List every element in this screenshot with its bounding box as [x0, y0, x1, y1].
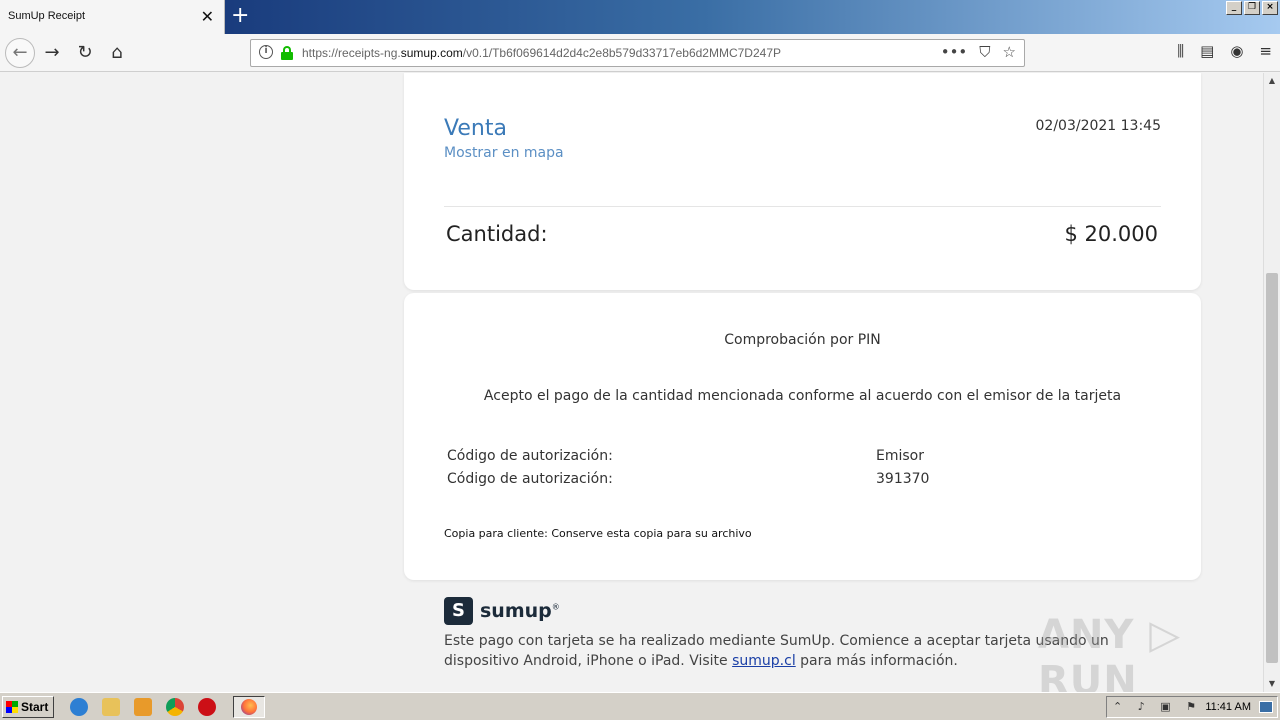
- bookmark-star-icon[interactable]: ☆: [1003, 43, 1016, 61]
- auth-value: Emisor: [876, 448, 924, 464]
- window-controls: _ ❐ ×: [1226, 1, 1278, 15]
- scrollbar-thumb[interactable]: [1266, 273, 1278, 663]
- restore-icon[interactable]: ❐: [1244, 1, 1260, 15]
- firefox-icon: [241, 699, 257, 715]
- reload-icon[interactable]: ↻: [73, 42, 97, 64]
- sumup-wordmark: sumup: [480, 600, 552, 622]
- tab-sumup-receipt[interactable]: SumUp Receipt ✕: [0, 0, 225, 34]
- navigation-bar: ← → ↻ ⌂ i https://receipts-ng.sumup.com/…: [0, 34, 1280, 72]
- footer-text: Este pago con tarjeta se ha realizado me…: [444, 633, 1109, 669]
- opera-icon[interactable]: [198, 698, 216, 716]
- close-window-icon[interactable]: ×: [1262, 1, 1278, 15]
- amount-label: Cantidad:: [446, 222, 548, 246]
- page-actions-icon[interactable]: •••: [941, 43, 968, 61]
- minimize-icon[interactable]: _: [1226, 1, 1242, 15]
- amount-value: $ 20.000: [1064, 222, 1158, 246]
- receipt-summary-card: Venta Mostrar en mapa 02/03/2021 13:45 C…: [404, 73, 1201, 290]
- acceptance-text: Acepto el pago de la cantidad mencionada…: [483, 388, 1122, 404]
- folder-icon[interactable]: [102, 698, 120, 716]
- receipt-details-card: Comprobación por PIN Acepto el pago de l…: [404, 293, 1201, 580]
- sumup-logo-icon: S: [444, 597, 473, 625]
- ie-icon[interactable]: [70, 698, 88, 716]
- url-text[interactable]: https://receipts-ng.sumup.com/v0.1/Tb6f0…: [302, 46, 781, 60]
- back-arrow-icon[interactable]: ←: [5, 38, 35, 68]
- quick-launch: [70, 698, 216, 716]
- menu-icon[interactable]: ≡: [1259, 42, 1272, 60]
- toolbar-right: ⫼ ▤ ◉ ≡: [1177, 42, 1272, 60]
- media-player-icon[interactable]: [134, 698, 152, 716]
- scroll-up-icon[interactable]: ▲: [1264, 73, 1280, 89]
- system-tray: ⌃ ♪ ▣ ⚑ 11:41 AM: [1106, 696, 1278, 718]
- taskbar-firefox-button[interactable]: [233, 696, 265, 718]
- sidebar-icon[interactable]: ▤: [1200, 42, 1214, 60]
- tab-title: SumUp Receipt: [8, 10, 86, 22]
- tray-icons[interactable]: ⌃ ♪ ▣ ⚑: [1113, 700, 1202, 713]
- url-bar[interactable]: i https://receipts-ng.sumup.com/v0.1/Tb6…: [250, 39, 1025, 67]
- auth-value: 391370: [876, 471, 930, 487]
- taskbar: Start ⌃ ♪ ▣ ⚑ 11:41 AM: [0, 692, 1280, 720]
- vertical-scrollbar[interactable]: ▲ ▼: [1263, 73, 1280, 692]
- chrome-icon[interactable]: [166, 698, 184, 716]
- transaction-datetime: 02/03/2021 13:45: [1035, 118, 1162, 134]
- account-icon[interactable]: ◉: [1230, 42, 1243, 60]
- start-button[interactable]: Start: [2, 696, 54, 718]
- customer-copy-note: Copia para cliente: Conserve esta copia …: [444, 527, 752, 540]
- show-map-link[interactable]: Mostrar en mapa: [444, 145, 564, 161]
- home-icon[interactable]: ⌂: [105, 42, 129, 64]
- clock[interactable]: 11:41 AM: [1205, 701, 1251, 713]
- new-tab-icon[interactable]: +: [231, 3, 249, 28]
- library-icon[interactable]: ⫼: [1177, 42, 1184, 60]
- sumup-link[interactable]: sumup.cl: [732, 653, 796, 669]
- receipt-title: Venta: [444, 116, 507, 141]
- scroll-down-icon[interactable]: ▼: [1264, 676, 1280, 692]
- divider: [444, 206, 1161, 207]
- tab-bar: SumUp Receipt ✕ + _ ❐ ×: [0, 0, 1280, 34]
- sumup-logo: S sumup®: [444, 597, 560, 625]
- pin-verification-title: Comprobación por PIN: [724, 332, 881, 348]
- pocket-icon[interactable]: ⛉: [979, 43, 990, 61]
- close-tab-icon[interactable]: ✕: [201, 7, 214, 26]
- lock-icon[interactable]: [281, 46, 293, 60]
- forward-arrow-icon[interactable]: →: [40, 42, 64, 64]
- auth-label: Código de autorización:: [447, 448, 613, 464]
- show-desktop-icon[interactable]: [1259, 701, 1273, 713]
- auth-label: Código de autorización:: [447, 471, 613, 487]
- anyrun-watermark: ANY ▷ RUN: [1038, 612, 1182, 704]
- url-actions: ••• ⛉ ☆: [941, 43, 1016, 61]
- site-info-icon[interactable]: i: [259, 45, 273, 59]
